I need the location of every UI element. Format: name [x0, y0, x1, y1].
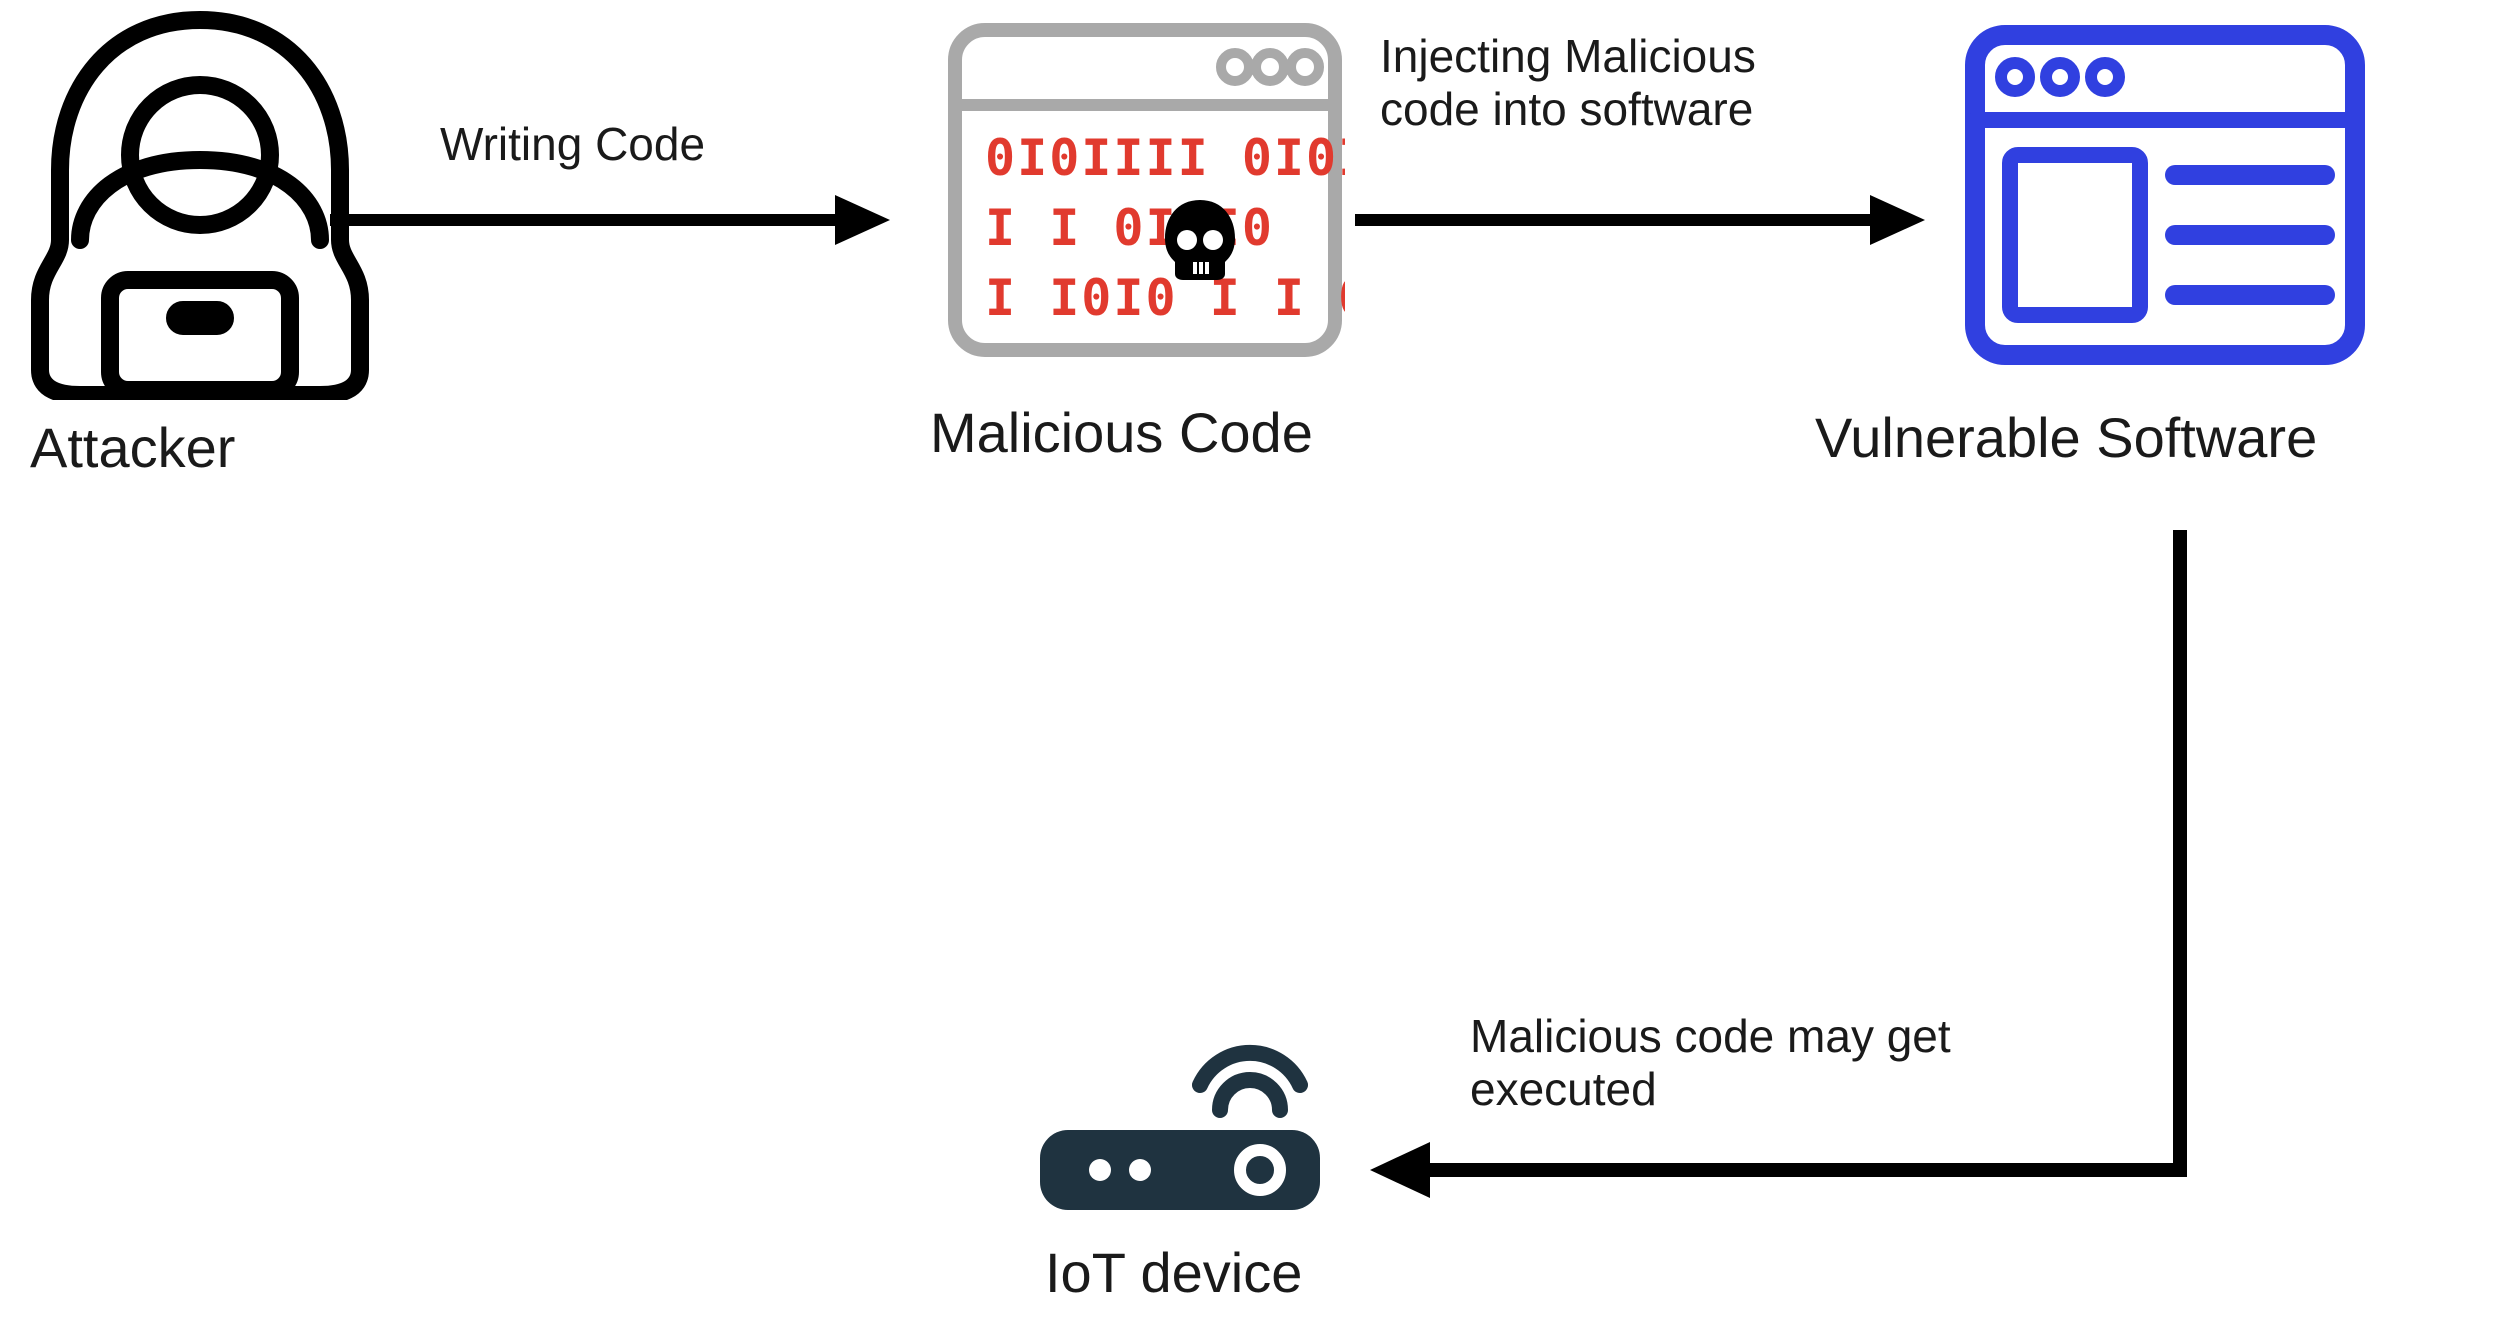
binary-line: I I 0I I0 0II: [985, 199, 1345, 257]
arrow-execute-label-line2: executed: [1470, 1063, 1657, 1115]
iot-device-label: IoT device: [1045, 1240, 1302, 1305]
vulnerable-software-icon: [1965, 15, 2365, 375]
binary-line: I I0I0 I I 0I0: [985, 269, 1345, 327]
attacker-label: Attacker: [30, 415, 235, 480]
arrow-execute-label-line1: Malicious code may get: [1470, 1010, 1951, 1062]
arrow-inject: [1355, 180, 1925, 260]
diagram-canvas: Attacker Writing Code 0I0IIII 0I0III I I…: [0, 0, 2493, 1324]
malicious-code-label: Malicious Code: [930, 400, 1313, 465]
arrow-inject-label-line2: code into software: [1380, 83, 1753, 135]
binary-line: 0I0IIII 0I0III: [985, 129, 1345, 187]
iot-device-icon: [1030, 1040, 1330, 1220]
arrow-write-code: [330, 180, 890, 260]
arrow-write-code-label: Writing Code: [440, 118, 705, 171]
arrow-inject-label-line1: Injecting Malicious: [1380, 30, 1756, 82]
arrow-inject-label: Injecting Malicious code into software: [1380, 30, 1756, 136]
arrow-execute-label: Malicious code may get executed: [1470, 1010, 1951, 1116]
vulnerable-software-label: Vulnerable Software: [1815, 405, 2317, 470]
malicious-code-icon: 0I0IIII 0I0III I I 0I I0 0II I I0I0 I I …: [945, 10, 1345, 370]
attacker-icon: [20, 0, 380, 400]
